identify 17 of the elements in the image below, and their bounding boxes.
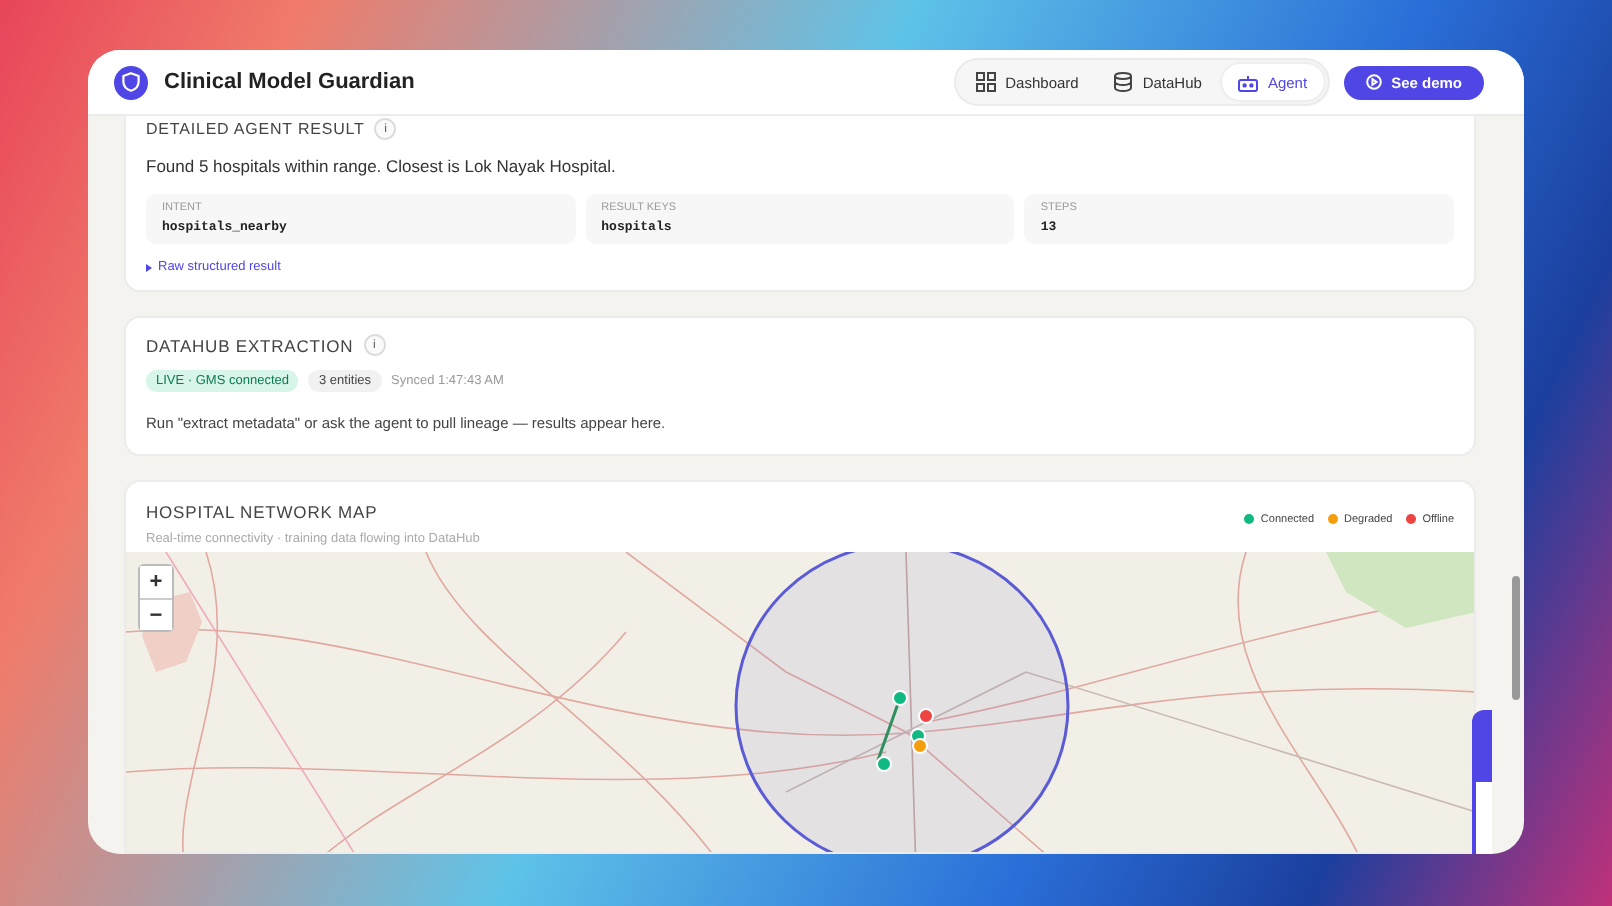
robot-icon	[1237, 73, 1258, 91]
shield-logo-icon	[114, 65, 148, 99]
grid-icon	[975, 72, 996, 92]
forest-area-icon	[1326, 552, 1474, 628]
database-icon	[1114, 72, 1133, 92]
zoom-out-button[interactable]: −	[140, 598, 172, 630]
play-icon	[1365, 74, 1382, 90]
scrollbar[interactable]	[1512, 576, 1520, 700]
result-summary: Found 5 hospitals within range. Closest is Lok Nayak Hospital.	[146, 156, 618, 176]
section-heading: DATAHUB EXTRACTION	[146, 335, 354, 355]
section-heading: DETAILED AGENT RESULT	[146, 120, 365, 138]
section-heading: HOSPITAL NETWORK MAP	[146, 502, 378, 522]
app-title: Clinical Model Guardian	[164, 70, 417, 94]
hospital-markers-drawing	[876, 690, 934, 772]
disclosure-triangle-icon	[146, 263, 152, 271]
map-view[interactable]: + −	[126, 552, 1474, 852]
side-drawer-tab[interactable]	[1472, 710, 1492, 854]
